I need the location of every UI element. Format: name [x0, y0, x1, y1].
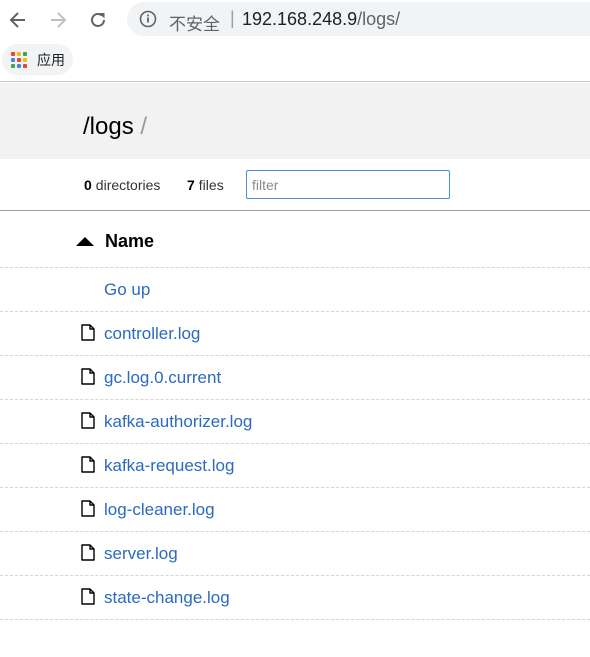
breadcrumb-current: logs	[89, 113, 134, 140]
apps-grid-dot	[17, 63, 21, 68]
breadcrumb-trailing-separator: /	[140, 113, 148, 140]
file-row[interactable]: controller.log	[0, 312, 590, 356]
browser-toolbar: 不安全 | 192.168.248.9/logs/	[0, 0, 590, 40]
file-icon	[81, 544, 95, 561]
file-link[interactable]: log-cleaner.log	[104, 500, 215, 520]
url-path: /logs/	[357, 9, 401, 29]
file-icon	[81, 324, 95, 341]
url-text[interactable]: 192.168.248.9/logs/	[242, 9, 400, 30]
url-host: 192.168.248.9	[242, 9, 358, 29]
directory-count-value: 0	[84, 177, 92, 193]
file-link[interactable]: gc.log.0.current	[104, 368, 221, 388]
file-count: 7 files	[187, 177, 224, 193]
apps-grid-dot	[23, 57, 27, 62]
back-button[interactable]	[4, 6, 32, 34]
apps-bookmark[interactable]: 应用	[2, 44, 73, 75]
file-row[interactable]: kafka-authorizer.log	[0, 400, 590, 444]
listing-meta: 0 directories 7 files	[0, 159, 590, 211]
forward-button[interactable]	[44, 6, 72, 34]
file-row[interactable]: state-change.log	[0, 576, 590, 620]
info-icon[interactable]	[139, 10, 157, 28]
filter-input[interactable]	[246, 170, 450, 199]
file-link[interactable]: server.log	[104, 544, 178, 564]
directory-count-label: directories	[95, 177, 161, 193]
url-divider: |	[230, 8, 235, 28]
file-link[interactable]: controller.log	[104, 324, 200, 344]
apps-grid-dot	[11, 51, 15, 56]
file-icon	[81, 368, 95, 385]
sort-ascending-icon[interactable]	[76, 237, 94, 246]
file-count-label: files	[198, 177, 224, 193]
name-column-header[interactable]: Name	[105, 231, 154, 252]
file-link[interactable]: kafka-authorizer.log	[104, 412, 252, 432]
apps-grid-dot	[11, 57, 15, 62]
bookmarks-bar: 应用	[0, 40, 590, 82]
listing-header[interactable]: Name	[0, 212, 590, 268]
file-icon	[81, 500, 95, 517]
breadcrumb-root-separator[interactable]: /	[83, 113, 90, 140]
breadcrumb: /logs /	[83, 113, 147, 141]
file-link[interactable]: state-change.log	[104, 588, 230, 608]
directory-count: 0 directories	[84, 177, 160, 193]
file-row[interactable]: gc.log.0.current	[0, 356, 590, 400]
apps-grid-icon	[11, 51, 27, 68]
apps-grid-dot	[11, 63, 15, 68]
go-up-link[interactable]: Go up	[104, 280, 150, 300]
file-icon	[81, 412, 95, 429]
file-link[interactable]: kafka-request.log	[104, 456, 234, 476]
file-icon	[81, 588, 95, 605]
reload-icon	[91, 13, 105, 27]
page-header: /logs /	[0, 83, 590, 159]
security-status[interactable]: 不安全	[169, 10, 220, 35]
apps-label: 应用	[37, 52, 65, 69]
apps-grid-dot	[23, 63, 27, 68]
arrow-right-icon	[51, 12, 67, 28]
file-row[interactable]: kafka-request.log	[0, 444, 590, 488]
arrow-left-icon	[9, 12, 25, 28]
reload-button[interactable]	[84, 6, 112, 34]
file-row[interactable]: log-cleaner.log	[0, 488, 590, 532]
apps-grid-dot	[17, 51, 21, 56]
file-listing: Name Go up controller.log gc.log.0.curren…	[0, 212, 590, 620]
apps-grid-dot	[17, 57, 21, 62]
address-bar[interactable]: 不安全 | 192.168.248.9/logs/	[127, 2, 590, 36]
apps-grid-dot	[23, 51, 27, 56]
go-up-row[interactable]: Go up	[0, 268, 590, 312]
file-row[interactable]: server.log	[0, 532, 590, 576]
file-icon	[81, 456, 95, 473]
file-count-value: 7	[187, 177, 195, 193]
